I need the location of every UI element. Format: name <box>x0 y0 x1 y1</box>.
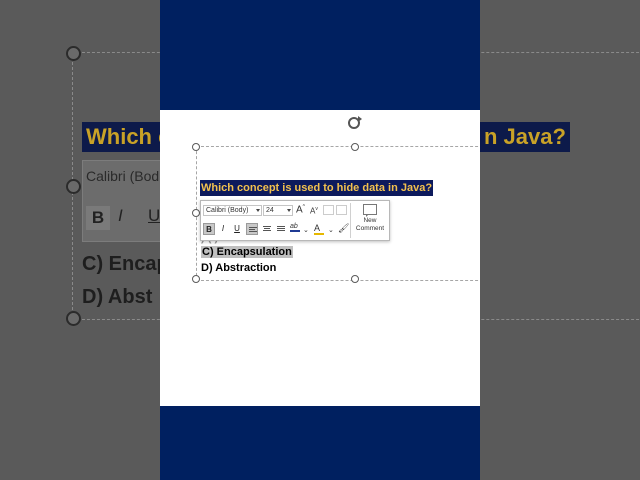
align-left-button[interactable] <box>246 223 258 235</box>
bg-option-d: D) Abst <box>82 286 153 308</box>
bg-underline: U <box>148 206 161 225</box>
font-name-value: Calibri (Body) <box>206 207 249 214</box>
increase-indent-icon[interactable] <box>336 205 347 215</box>
bg-bold: B <box>86 206 110 230</box>
chevron-down-icon <box>287 209 291 212</box>
shrink-font-button[interactable]: Av <box>310 206 318 216</box>
bg-option-c: C) Encap <box>82 253 169 275</box>
bg-font-name: Calibri (Bod <box>86 168 160 184</box>
option-c[interactable]: C) Encapsulation <box>201 246 293 258</box>
comment-icon <box>363 204 377 217</box>
format-painter-icon[interactable]: 🖌 <box>338 223 349 234</box>
font-size-dropdown[interactable]: 24 <box>263 205 293 216</box>
resize-handle-top-middle[interactable] <box>351 143 359 151</box>
chevron-down-icon <box>256 209 260 212</box>
bg-handle <box>66 311 81 326</box>
bg-handle <box>66 46 81 61</box>
resize-handle-bottom-left[interactable] <box>192 275 200 283</box>
chevron-down-icon[interactable]: ⌄ <box>303 226 309 234</box>
decrease-indent-icon[interactable] <box>323 205 334 215</box>
divider <box>350 203 351 238</box>
new-comment-button[interactable]: New Comment <box>353 203 387 233</box>
new-comment-label-1: New <box>363 217 377 224</box>
new-comment-label-2: Comment <box>355 225 385 232</box>
mini-toolbar: Calibri (Body) 24 A^ Av B I U ab ⌄ A ⌄ 🖌… <box>200 200 390 241</box>
video-frame: Which concept is used to hide data in Ja… <box>160 0 480 480</box>
font-size-value: 24 <box>266 207 274 214</box>
align-left-icon <box>249 227 257 233</box>
font-color-icon[interactable]: A <box>314 223 324 235</box>
resize-handle-bottom-middle[interactable] <box>351 275 359 283</box>
rotate-handle-icon[interactable] <box>348 116 362 129</box>
highlight-color-icon[interactable]: ab <box>290 223 300 232</box>
question-text[interactable]: Which concept is used to hide data in Ja… <box>200 180 434 196</box>
resize-handle-middle-left[interactable] <box>192 209 200 217</box>
bg-italic: I <box>118 206 123 225</box>
grow-font-button[interactable]: A^ <box>296 204 305 215</box>
underline-button[interactable]: U <box>231 223 243 235</box>
align-center-icon[interactable] <box>263 226 271 232</box>
bg-question-right: n Java? <box>480 122 570 152</box>
chevron-down-icon[interactable]: ⌄ <box>328 226 334 234</box>
resize-handle-top-left[interactable] <box>192 143 200 151</box>
bg-handle <box>66 179 81 194</box>
justify-icon[interactable] <box>277 226 285 232</box>
bold-button[interactable]: B <box>203 223 215 235</box>
font-color-bar <box>314 233 324 235</box>
italic-button[interactable]: I <box>217 223 229 235</box>
font-name-dropdown[interactable]: Calibri (Body) <box>203 205 262 216</box>
slide-canvas[interactable]: Which concept is used to hide data in Ja… <box>160 110 480 406</box>
option-d[interactable]: D) Abstraction <box>201 262 276 274</box>
highlight-color-bar <box>290 230 300 232</box>
